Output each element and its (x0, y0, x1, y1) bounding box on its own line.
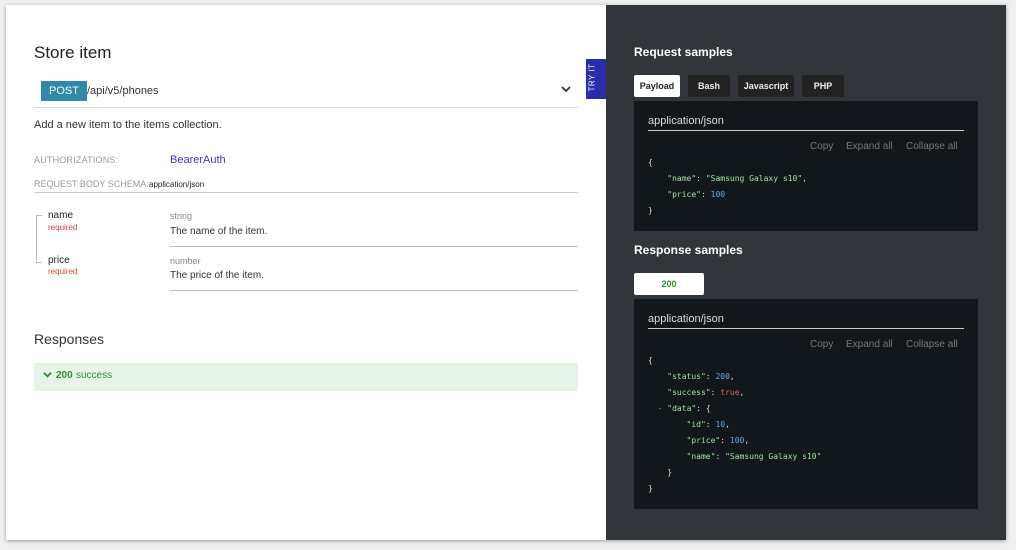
response-status-text: success (76, 370, 113, 381)
try-it-label: TRY IT (587, 63, 597, 92)
content-type-label: application/json (648, 313, 724, 325)
json-code-block: { "status": 200, "success": true, - "dat… (648, 356, 822, 493)
bearer-auth-link[interactable]: BearerAuth (170, 154, 226, 166)
collapse-all-button[interactable]: Collapse all (906, 339, 958, 350)
copy-button[interactable]: Copy (810, 141, 833, 152)
tab-bash[interactable]: Bash (688, 75, 730, 97)
tab-javascript[interactable]: Javascript (738, 75, 794, 97)
expand-all-button[interactable]: Expand all (846, 339, 893, 350)
tree-connector (36, 215, 37, 263)
tree-connector-tick (36, 262, 42, 263)
tab-php[interactable]: PHP (802, 75, 844, 97)
field-type: string (170, 211, 193, 221)
request-samples-title: Request samples (634, 45, 733, 59)
endpoint-path: /api/v5/phones (87, 85, 159, 97)
chevron-down-icon[interactable] (560, 83, 572, 98)
schema-label: REQUEST BODY SCHEMA: (34, 179, 149, 189)
operation-panel: Store item POST /api/v5/phones Add a new… (6, 5, 606, 540)
http-method-badge: POST (41, 81, 87, 101)
content-type-underline (648, 130, 964, 131)
response-sample-code: application/json Copy Expand all Collaps… (634, 299, 978, 509)
request-body-schema-row: REQUEST BODY SCHEMA: application/json (34, 177, 578, 193)
field-name: name (48, 210, 74, 221)
copy-button[interactable]: Copy (810, 339, 833, 350)
field-divider (170, 246, 578, 247)
field-description: The name of the item. (170, 226, 268, 237)
field-required-flag: required (48, 267, 78, 276)
tab-payload[interactable]: Payload (634, 75, 680, 97)
authorizations-label: AUTHORIZATIONS: (34, 155, 119, 165)
field-description: The price of the item. (170, 270, 264, 281)
endpoint-bar[interactable]: POST /api/v5/phones (34, 79, 578, 108)
field-divider (170, 290, 578, 291)
try-it-button[interactable]: TRY IT (586, 59, 606, 99)
page-title: Store item (34, 43, 112, 62)
samples-panel: Request samples Payload Bash Javascript … (606, 5, 1006, 540)
request-sample-code: application/json Copy Expand all Collaps… (634, 101, 978, 231)
app-window: Store item POST /api/v5/phones Add a new… (6, 5, 1006, 540)
response-samples-title: Response samples (634, 243, 743, 257)
field-type: number (170, 256, 201, 266)
collapse-all-button[interactable]: Collapse all (906, 141, 958, 152)
tree-connector-tick (36, 215, 42, 216)
field-name: price (48, 255, 70, 266)
expand-all-button[interactable]: Expand all (846, 141, 893, 152)
chevron-down-icon (43, 370, 52, 382)
schema-content-type: application/json (149, 180, 205, 189)
response-status-code: 200 (56, 370, 73, 381)
operation-description: Add a new item to the items collection. (34, 119, 222, 131)
json-code-block: { "name": "Samsung Galaxy s10", "price":… (648, 158, 807, 215)
content-type-label: application/json (648, 115, 724, 127)
responses-heading: Responses (34, 331, 105, 347)
field-required-flag: required (48, 223, 78, 232)
tab-response-200[interactable]: 200 (634, 273, 704, 295)
response-200-toggle[interactable]: 200 success (34, 363, 578, 391)
content-type-underline (648, 328, 964, 329)
